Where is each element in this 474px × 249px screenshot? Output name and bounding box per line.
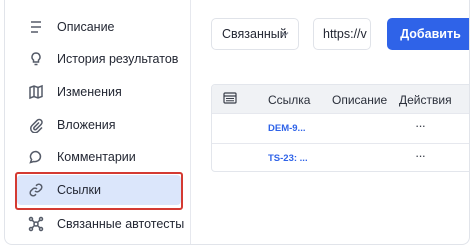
column-settings-icon[interactable]: [223, 91, 237, 108]
url-input[interactable]: https://v: [313, 18, 371, 50]
link-type-select[interactable]: Связанный: [211, 18, 299, 50]
link-cell[interactable]: DEM-9...: [268, 123, 305, 134]
table-row: DEM-9... ···: [212, 113, 469, 143]
sidebar-item-label: Вложения: [57, 118, 116, 132]
network-nodes-icon: [27, 215, 45, 233]
table-header: Ссылка Описание Действия: [212, 85, 469, 113]
map-icon: [27, 83, 45, 101]
sidebar-item-description[interactable]: Описание: [15, 12, 185, 42]
column-header-description: Описание: [332, 93, 388, 107]
table-row: TS-23: ... ···: [212, 143, 469, 171]
sidebar-item-label: Ссылки: [57, 183, 102, 197]
sidebar-item-linked-autotests[interactable]: Связанные автотесты: [15, 209, 185, 239]
sidebar-item-changes[interactable]: Изменения: [15, 77, 185, 107]
list-lines-icon: [27, 18, 45, 36]
sidebar: Описание История результатов Изменения В…: [5, 0, 191, 244]
sidebar-item-comments[interactable]: Комментарии: [15, 142, 185, 172]
add-button[interactable]: Добавить: [387, 18, 469, 50]
link-icon: [27, 181, 45, 199]
sidebar-item-label: Комментарии: [57, 150, 136, 164]
column-header-link: Ссылка: [268, 93, 311, 107]
sidebar-item-label: История результатов: [57, 52, 179, 66]
link-cell[interactable]: TS-23: ...: [268, 153, 308, 164]
column-header-actions: Действия: [399, 93, 452, 107]
link-type-value: Связанный: [222, 27, 287, 41]
sidebar-item-results-history[interactable]: История результатов: [15, 44, 185, 74]
url-input-value: https://v: [323, 27, 367, 41]
sidebar-item-label: Описание: [57, 20, 115, 34]
sidebar-item-label: Связанные автотесты: [57, 217, 185, 231]
links-table: Ссылка Описание Действия DEM-9... ··· TS…: [211, 84, 469, 172]
paperclip-icon: [27, 116, 45, 134]
sidebar-item-links[interactable]: Ссылки: [17, 175, 181, 205]
speech-bubble-icon: [27, 148, 45, 166]
sidebar-item-label: Изменения: [57, 85, 122, 99]
work-item-panel: Описание История результатов Изменения В…: [4, 0, 470, 245]
chevron-down-icon: [281, 32, 289, 37]
more-actions-icon[interactable]: ···: [415, 148, 426, 163]
lightbulb-icon: [27, 50, 45, 68]
links-content: Связанный https://v Добавить Ссылка Опис…: [191, 0, 469, 244]
sidebar-item-attachments[interactable]: Вложения: [15, 110, 185, 140]
more-actions-icon[interactable]: ···: [415, 118, 426, 133]
